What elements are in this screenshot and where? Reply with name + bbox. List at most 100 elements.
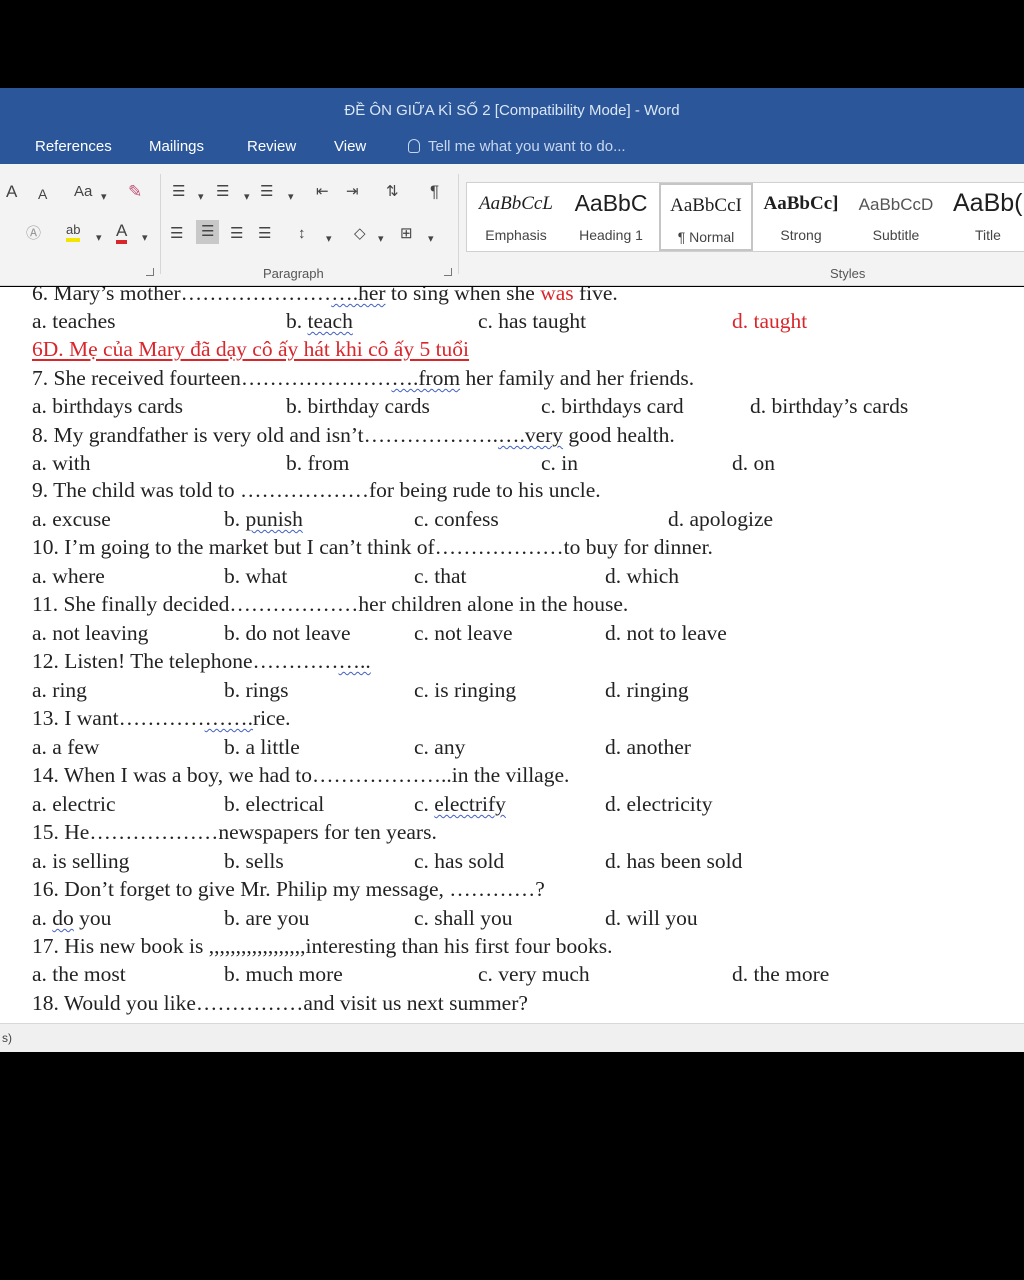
q11-option-d: d. not to leave <box>605 621 727 645</box>
q13-text: 13. I want………… <box>32 706 205 730</box>
bullets-icon[interactable]: ☰ <box>172 182 185 202</box>
q14-stem: 14. When I was a boy, we had to………………..i… <box>32 763 570 787</box>
q11-stem: 11. She finally decided………………her childre… <box>32 592 629 616</box>
chevron-down-icon[interactable]: ▾ <box>326 229 332 249</box>
q9-option-d: d. apologize <box>668 507 774 531</box>
borders-icon[interactable]: ⊞ <box>400 224 413 244</box>
q12-text-underlined: ….. <box>338 649 371 673</box>
q8-option-d: d. on <box>732 451 775 475</box>
q18-stem: 18. Would you like……………and visit us next… <box>32 991 528 1015</box>
paragraph-group-label: Paragraph <box>263 266 324 281</box>
grow-font-button[interactable]: A <box>6 182 17 202</box>
sort-icon[interactable]: ⇅ <box>386 182 399 202</box>
decrease-indent-icon[interactable]: ⇤ <box>316 182 329 202</box>
q16-option-b: b. are you <box>224 906 310 930</box>
status-text: s) <box>2 1031 12 1045</box>
shrink-font-button[interactable]: A <box>38 184 47 204</box>
style-preview: AaBbCcL <box>479 193 553 214</box>
style-heading-1[interactable]: AaBbC Heading 1 <box>565 183 657 251</box>
numbering-icon[interactable]: ☰ <box>216 182 229 202</box>
lightbulb-icon <box>408 139 420 153</box>
q6-answer-note: 6D. Mẹ của Mary đã dạy cô ấy hát khi cô … <box>32 337 470 361</box>
group-separator <box>458 174 459 274</box>
styles-group-label: Styles <box>830 266 866 281</box>
chevron-down-icon[interactable]: ▾ <box>198 187 204 207</box>
bottom-black-border <box>0 1052 1024 1280</box>
style-emphasis[interactable]: AaBbCcL Emphasis <box>469 183 563 251</box>
tab-view[interactable]: View <box>334 132 366 164</box>
q7-option-c: c. birthdays card <box>541 394 684 418</box>
tab-mailings[interactable]: Mailings <box>149 132 204 164</box>
q15-option-c: c. has sold <box>414 849 505 873</box>
line-spacing-icon[interactable]: ↕ <box>298 224 306 244</box>
styles-gallery: AaBbCcL Emphasis AaBbC Heading 1 AaBbCcI… <box>466 182 1024 252</box>
q17-stem: 17. His new book is ,,,,,,,,,,,,,,,,,,in… <box>32 934 613 958</box>
align-right-icon[interactable]: ☰ <box>230 224 243 244</box>
multilevel-list-icon[interactable]: ☰ <box>260 182 273 202</box>
q10-option-d: d. which <box>605 564 680 588</box>
ribbon-tabs: References Mailings Review View Tell me … <box>0 132 1024 164</box>
pilcrow-button[interactable]: ¶ <box>430 182 439 202</box>
chevron-down-icon[interactable]: ▾ <box>428 229 434 249</box>
style-preview: AaBbC <box>574 190 648 216</box>
highlight-button[interactable]: ab <box>66 222 81 242</box>
q9-option-c: c. confess <box>414 507 499 531</box>
ribbon: A A Aa ▾ ✎ Ⓐ ab ▾ A ▾ ☰ ▾ ☰ ▾ ☰ ▾ ⇤ ⇥ ⇅ … <box>0 164 1024 286</box>
q11-option-a: a. not leaving <box>32 621 149 645</box>
q11-option-b: b. do not leave <box>224 621 351 645</box>
q7-option-b: b. birthday cards <box>286 394 430 418</box>
style-name: Subtitle <box>872 227 920 243</box>
style-normal[interactable]: AaBbCcI ¶ Normal <box>659 183 753 251</box>
q15-option-b: b. sells <box>224 849 284 873</box>
q12-text: 12. Listen! The telephone………… <box>32 649 339 673</box>
q6-text: to sing when she <box>385 287 541 305</box>
q16-option-c: c. shall you <box>414 906 513 930</box>
style-preview: AaBbCcI <box>670 195 742 216</box>
style-preview: AaBb( <box>953 189 1023 217</box>
font-dialog-launcher-icon[interactable] <box>146 268 154 276</box>
tab-review[interactable]: Review <box>247 132 296 164</box>
align-left-icon[interactable]: ☰ <box>170 224 183 244</box>
justify-icon[interactable]: ☰ <box>258 224 271 244</box>
chevron-down-icon[interactable]: ▾ <box>101 187 107 207</box>
paragraph-dialog-launcher-icon[interactable] <box>444 268 452 276</box>
style-preview: AaBbCc] <box>763 193 839 214</box>
status-bar: s) <box>0 1023 1024 1052</box>
q8-option-a: a. with <box>32 451 91 475</box>
q6-text: 6. Mary’s mother………………… <box>32 287 332 305</box>
chevron-down-icon[interactable]: ▾ <box>378 229 384 249</box>
change-case-button[interactable]: Aa <box>74 182 92 202</box>
q15-option-d: d. has been sold <box>605 849 743 873</box>
style-preview: AaBbCcD <box>858 195 934 214</box>
style-subtitle[interactable]: AaBbCcD Subtitle <box>849 183 943 251</box>
shading-icon[interactable]: ◇ <box>354 224 366 244</box>
font-color-button[interactable]: A <box>116 222 128 244</box>
q13-text-underlined: ……. <box>204 706 253 730</box>
chevron-down-icon[interactable]: ▾ <box>142 228 148 248</box>
q7-stem: 7. She received fourteen…………………….from he… <box>32 366 694 391</box>
tell-me-box[interactable]: Tell me what you want to do... <box>408 132 626 164</box>
q6-text-underlined: ….her <box>331 287 386 305</box>
text-effects-icon[interactable]: Ⓐ <box>26 224 41 244</box>
chevron-down-icon[interactable]: ▾ <box>96 228 102 248</box>
chevron-down-icon[interactable]: ▾ <box>288 187 294 207</box>
q12-option-c: c. is ringing <box>414 678 517 702</box>
tab-references[interactable]: References <box>35 132 112 164</box>
q7-text: her family and her friends. <box>460 366 695 390</box>
q17-option-b: b. much more <box>224 962 343 986</box>
style-title[interactable]: AaBb( Title <box>945 183 1024 251</box>
q13-text: rice. <box>252 706 291 730</box>
increase-indent-icon[interactable]: ⇥ <box>346 182 359 202</box>
q6-text: five. <box>573 287 618 305</box>
q17-option-a: a. the most <box>32 962 126 986</box>
style-strong[interactable]: AaBbCc] Strong <box>755 183 847 251</box>
q6-option-c: c. has taught <box>478 309 587 333</box>
q13-option-a: a. a few <box>32 735 100 759</box>
align-center-icon[interactable]: ☰ <box>196 220 220 244</box>
q9-stem: 9. The child was told to ………………for being… <box>32 478 601 502</box>
clear-formatting-icon[interactable]: ✎ <box>128 182 142 202</box>
q10-option-b: b. what <box>224 564 288 588</box>
document-page[interactable]: 6. Mary’s mother…………………….her to sing whe… <box>0 287 1024 1023</box>
chevron-down-icon[interactable]: ▾ <box>244 187 250 207</box>
q12-stem: 12. Listen! The telephone…………….. <box>32 649 371 674</box>
